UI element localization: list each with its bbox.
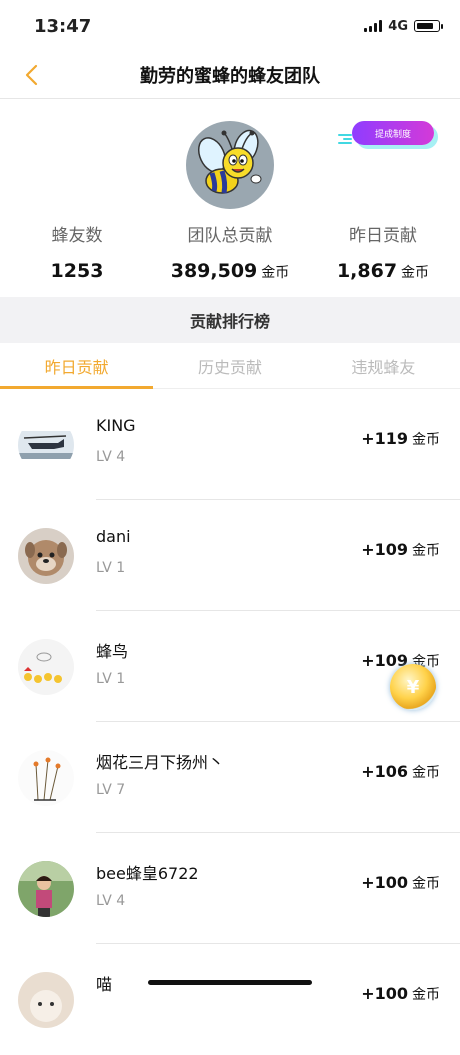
list-item[interactable]: 蜂鸟 LV 1 +109 金币 xyxy=(0,611,460,722)
back-button[interactable] xyxy=(16,60,46,90)
avatar xyxy=(18,528,74,584)
chicks-avatar-icon xyxy=(18,639,74,695)
member-level: LV 4 xyxy=(96,449,126,465)
nav-bar: 勤劳的蜜蜂的蜂友团队 xyxy=(0,52,460,99)
home-indicator[interactable] xyxy=(148,980,312,985)
member-score: +100 金币 xyxy=(361,873,440,892)
avatar xyxy=(18,750,74,806)
ranking-list: KING LV 4 +119 金币 dani LV 1 +109 金币 蜂鸟 L… xyxy=(0,389,460,1055)
stat-value: 1,867 金币 xyxy=(336,260,430,282)
member-name: 蜂鸟 xyxy=(96,642,129,661)
page-title: 勤劳的蜜蜂的蜂友团队 xyxy=(140,66,320,87)
flower-sketch-avatar-icon xyxy=(18,750,74,806)
member-level: LV 1 xyxy=(96,560,126,576)
stat-value: 389,509 金币 xyxy=(170,260,290,282)
avatar xyxy=(18,861,74,917)
network-label: 4G xyxy=(388,18,408,34)
stat-label: 昨日贡献 xyxy=(349,226,417,246)
dog-avatar-icon xyxy=(18,528,74,584)
member-name: 烟花三月下扬州丶 xyxy=(96,753,225,772)
yuan-coin-icon: ¥ xyxy=(406,676,420,698)
team-avatar xyxy=(186,121,274,209)
cat-avatar-icon xyxy=(18,972,74,1028)
floating-coin-button[interactable]: ¥ xyxy=(390,664,436,710)
member-name: bee蜂皇6722 xyxy=(96,864,199,883)
status-icons: 4G xyxy=(364,18,443,34)
ranking-tabs: 昨日贡献 历史贡献 违规蜂友 xyxy=(0,343,460,389)
list-item[interactable]: dani LV 1 +109 金币 xyxy=(0,500,460,611)
team-stats: 蜂友数 1253 团队总贡献 389,509 金币 昨日贡献 1,867 金币 xyxy=(0,221,460,282)
list-item[interactable]: KING LV 4 +119 金币 xyxy=(0,389,460,500)
avatar xyxy=(18,639,74,695)
member-score: +109 金币 xyxy=(361,540,440,559)
status-time: 13:47 xyxy=(34,15,92,37)
member-score: +119 金币 xyxy=(361,429,440,448)
stat-total-contribution: 团队总贡献 389,509 金币 xyxy=(154,221,306,282)
member-name: KING xyxy=(96,416,136,435)
avatar xyxy=(18,972,74,1028)
member-name: 喵 xyxy=(96,975,113,994)
team-header: 提成制度 蜂友数 1253 团队总贡献 389,509 金币 昨日贡献 1,867… xyxy=(0,99,460,297)
stat-members: 蜂友数 1253 xyxy=(0,221,154,282)
tab-yesterday[interactable]: 昨日贡献 xyxy=(0,343,153,388)
member-level: LV 1 xyxy=(96,671,126,687)
stat-label: 蜂友数 xyxy=(51,226,103,246)
stat-yesterday-contribution: 昨日贡献 1,867 金币 xyxy=(306,221,460,282)
commission-rules-button[interactable]: 提成制度 xyxy=(352,121,434,145)
battery-icon xyxy=(414,20,443,32)
member-score: +100 金币 xyxy=(361,984,440,1003)
chevron-left-icon xyxy=(25,64,38,86)
list-item[interactable]: 喵 +100 金币 xyxy=(0,944,460,1055)
status-bar: 13:47 4G xyxy=(0,0,460,52)
member-level: LV 4 xyxy=(96,893,126,909)
member-level: LV 7 xyxy=(96,782,126,798)
helicopter-avatar-icon xyxy=(18,417,74,473)
signal-icon xyxy=(364,20,383,32)
member-name: dani xyxy=(96,527,131,546)
speed-lines-icon xyxy=(338,132,352,146)
member-score: +106 金币 xyxy=(361,762,440,781)
stat-value: 1253 xyxy=(50,260,104,282)
bee-mascot-icon xyxy=(197,129,262,194)
ranking-title: 贡献排行榜 xyxy=(0,297,460,343)
stat-label: 团队总贡献 xyxy=(187,226,273,246)
list-item[interactable]: 烟花三月下扬州丶 LV 7 +106 金币 xyxy=(0,722,460,833)
list-item[interactable]: bee蜂皇6722 LV 4 +100 金币 xyxy=(0,833,460,944)
avatar xyxy=(18,417,74,473)
tab-history[interactable]: 历史贡献 xyxy=(153,343,306,388)
photo-avatar-icon xyxy=(18,861,74,917)
tab-violations[interactable]: 违规蜂友 xyxy=(307,343,460,388)
